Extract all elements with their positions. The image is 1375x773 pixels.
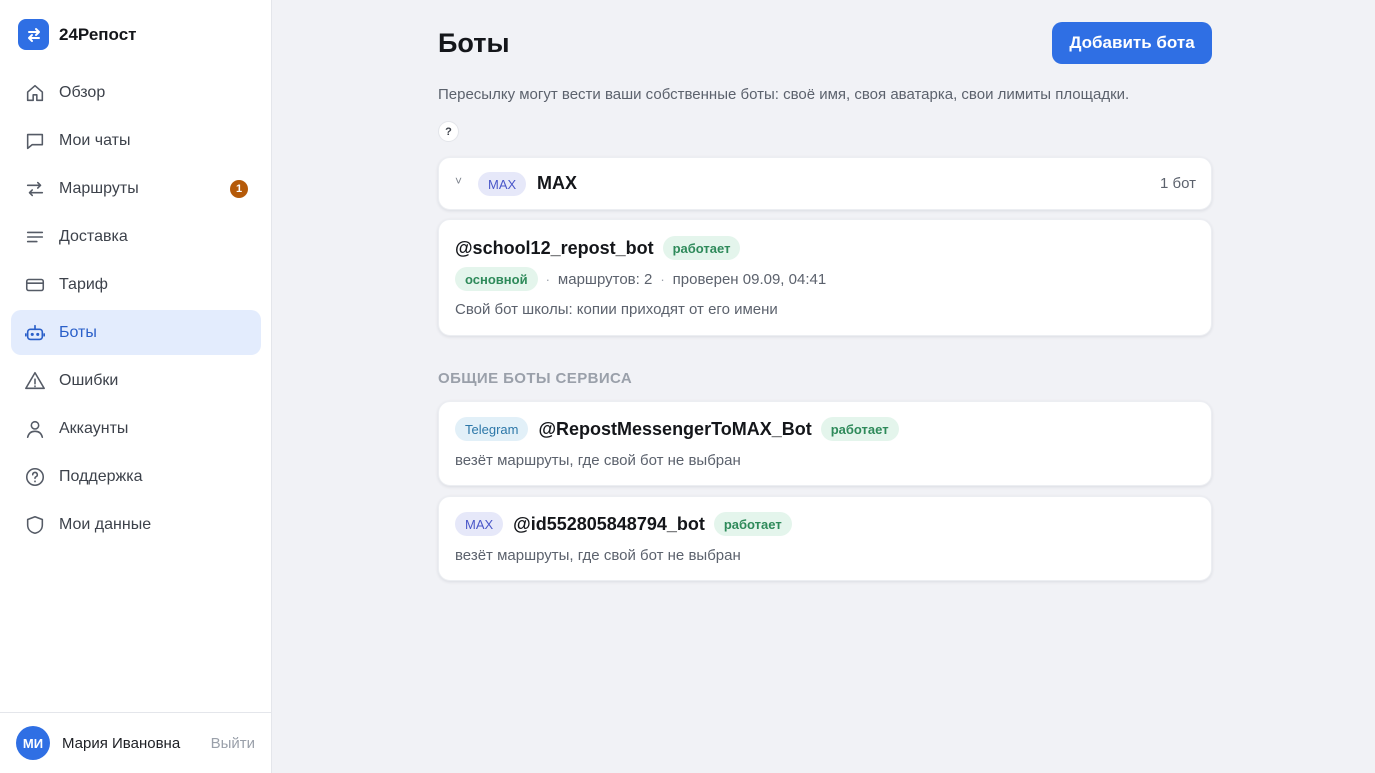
status-badge: работает: [713, 512, 792, 536]
bot-card[interactable]: @school12_repost_bot работает основной ·…: [438, 219, 1212, 336]
chat-icon: [23, 129, 47, 153]
status-badge: работает: [662, 236, 741, 260]
bot-description-row: везёт маршруты, где свой бот не выбран: [455, 547, 741, 564]
sidebar-item-label: Аккаунты: [59, 419, 129, 437]
sidebar-item-support[interactable]: Поддержка: [11, 454, 261, 499]
separator: ·: [545, 271, 550, 287]
sidebar-item-label: Обзор: [59, 83, 106, 101]
platform-badge: MAX: [478, 172, 527, 196]
platform-badge: MAX: [455, 512, 504, 536]
help-button[interactable]: ?: [438, 121, 459, 142]
shared-bot-card[interactable]: Telegram @RepostMessengerToMAX_Bot работ…: [438, 401, 1212, 486]
brand-name: 24Репост: [59, 24, 137, 44]
user-bar: МИ Мария Ивановна Выйти: [0, 712, 271, 773]
group-count: 1 бот: [1160, 175, 1196, 192]
sidebar-item-label: Поддержка: [59, 467, 143, 485]
sidebar-item-chats[interactable]: Мои чаты: [11, 118, 261, 163]
bot-description-row: Свой бот школы: копии приходят от его им…: [455, 301, 778, 318]
bot-description-row: везёт маршруты, где свой бот не выбран: [455, 452, 741, 469]
avatar[interactable]: МИ: [16, 726, 50, 760]
group-name: MAX: [537, 173, 577, 193]
user-name: Мария Ивановна: [62, 734, 181, 752]
sidebar-item-my-data[interactable]: Мои данные: [11, 502, 261, 547]
help-icon: [23, 465, 47, 489]
sidebar-item-overview[interactable]: Обзор: [11, 70, 261, 115]
bot-icon: [23, 321, 47, 345]
bot-title-row: @school12_repost_bot работает: [455, 236, 741, 260]
separator: ·: [660, 271, 665, 287]
sidebar-item-errors[interactable]: Ошибки: [11, 358, 261, 403]
page-subtitle: Пересылку могут вести ваши собственные б…: [438, 86, 1130, 103]
bot-name: @id552805848794_bot: [513, 513, 705, 534]
sidebar-item-routes[interactable]: Маршруты 1: [11, 166, 261, 211]
bot-description: Свой бот школы: копии приходят от его им…: [455, 301, 778, 318]
sidebar-item-label: Маршруты: [59, 179, 139, 197]
chevron-down-icon: ˅: [455, 174, 463, 188]
routes-badge: 1: [230, 180, 248, 198]
sidebar-item-accounts[interactable]: Аккаунты: [11, 406, 261, 451]
bot-title-row: MAX @id552805848794_bot работает: [455, 512, 792, 536]
bot-name: @school12_repost_bot: [455, 237, 654, 258]
sidebar-item-label: Тариф: [59, 275, 108, 293]
sidebar-item-tariff[interactable]: Тариф: [11, 262, 261, 307]
sidebar: 24Репост Обзор Мои чаты Маршруты 1 Доста…: [0, 0, 272, 773]
bot-meta-row: основной · маршрутов: 2 · проверен 09.09…: [455, 267, 826, 291]
arrows-icon: [23, 177, 47, 201]
sidebar-nav: Обзор Мои чаты Маршруты 1 Доставка Тариф…: [11, 70, 261, 550]
bot-description: везёт маршруты, где свой бот не выбран: [455, 452, 741, 469]
sidebar-item-bots[interactable]: Боты: [11, 310, 261, 355]
logout-link[interactable]: Выйти: [211, 735, 255, 752]
list-icon: [23, 225, 47, 249]
sidebar-item-delivery[interactable]: Доставка: [11, 214, 261, 259]
sidebar-item-label: Мои чаты: [59, 131, 131, 149]
add-bot-button[interactable]: Добавить бота: [1052, 22, 1212, 64]
user-icon: [23, 417, 47, 441]
platform-badge: Telegram: [455, 417, 529, 441]
brand[interactable]: 24Репост: [18, 19, 137, 50]
page-title: Боты: [438, 28, 510, 58]
checked-time: проверен 09.09, 04:41: [672, 270, 827, 288]
shared-bot-card[interactable]: MAX @id552805848794_bot работает везёт м…: [438, 496, 1212, 581]
sidebar-item-label: Ошибки: [59, 371, 119, 389]
sidebar-item-label: Доставка: [59, 227, 128, 245]
routes-count: маршрутов: 2: [557, 270, 653, 288]
bot-title-row: Telegram @RepostMessengerToMAX_Bot работ…: [455, 417, 899, 441]
section-label: ОБЩИЕ БОТЫ СЕРВИСА: [438, 370, 633, 387]
shield-icon: [23, 513, 47, 537]
bot-description: везёт маршруты, где свой бот не выбран: [455, 547, 741, 564]
sidebar-item-label: Боты: [59, 323, 97, 341]
home-icon: [23, 81, 47, 105]
platform-group-header[interactable]: ˅ MAX MAX 1 бот: [438, 157, 1212, 210]
bot-name: @RepostMessengerToMAX_Bot: [538, 418, 812, 439]
role-badge: основной: [455, 267, 538, 291]
card-icon: [23, 273, 47, 297]
status-badge: работает: [820, 417, 899, 441]
warning-icon: [23, 369, 47, 393]
logo-icon: [18, 19, 49, 50]
sidebar-item-label: Мои данные: [59, 515, 152, 533]
